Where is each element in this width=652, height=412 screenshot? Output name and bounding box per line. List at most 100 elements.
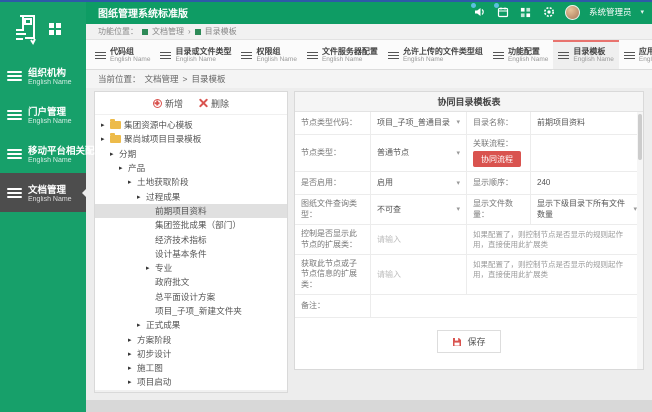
tree-item[interactable]: ▸邮件文件 — [95, 389, 287, 392]
caret-right-icon[interactable]: ▸ — [119, 164, 128, 172]
tree-item-label: 集团签批成果（部门） — [155, 220, 241, 231]
form-row: 是否启用： 启用 ▾ 显示顺序： 240 — [295, 172, 643, 196]
delete-button[interactable]: 删除 — [199, 97, 229, 110]
dir-name-label: 目录名称： — [467, 112, 531, 134]
tree-item[interactable]: ▸ 土地获取阶段 — [95, 175, 287, 189]
tree-item[interactable]: 经济技术指标 — [95, 232, 287, 246]
flow-label: 关联流程： — [473, 139, 513, 148]
tree-item[interactable]: ▸ 过程成果 — [95, 189, 287, 203]
tab-label: 允许上传的文件类型组 — [402, 47, 483, 57]
add-button[interactable]: 新增 — [152, 97, 183, 110]
breadcrumb-item-template[interactable]: 目录模板 — [192, 73, 226, 85]
sidebar-item-org[interactable]: 组织机构 English Name — [0, 56, 86, 95]
sidebar-item-mobile[interactable]: 移动平台相关配置 English Name — [0, 134, 104, 173]
breadcrumb-item-document[interactable]: 文档管理 — [145, 73, 179, 85]
tree-item[interactable]: ▸ 专业 — [95, 261, 287, 275]
tab-allowed-file-types[interactable]: 允许上传的文件类型组 English Name — [383, 40, 488, 69]
query-type-value: 不可查 — [377, 204, 401, 214]
tree-item[interactable]: ▸ 集团资源中心模板 — [95, 118, 287, 132]
user-avatar[interactable] — [564, 4, 580, 20]
tree-item[interactable]: 设计基本条件 — [95, 247, 287, 261]
tree-item[interactable]: 政府批文 — [95, 275, 287, 289]
tree-item-label: 专业 — [155, 263, 173, 274]
apps-grid-icon[interactable] — [49, 23, 61, 35]
tree-item-selected[interactable]: 前期项目资料 — [95, 203, 287, 219]
tab-code-group[interactable]: 代码组 English Name — [90, 40, 155, 69]
form-scrollbar[interactable] — [637, 112, 643, 370]
enabled-select[interactable]: 启用 ▾ — [371, 172, 467, 195]
tab-file-server-config[interactable]: 文件服务器配置 English Name — [302, 40, 383, 69]
tree-item[interactable]: ▸ 方案阶段 — [95, 332, 287, 346]
tab-function-config[interactable]: 功能配置 English Name — [488, 40, 553, 69]
caret-right-icon[interactable]: ▸ — [110, 150, 119, 158]
tree-item[interactable]: 项目_子项_新建文件夹 — [95, 304, 287, 318]
notification-dot — [470, 3, 476, 8]
tree-item[interactable]: ▸ 聚尚城项目目录模板 — [95, 132, 287, 146]
tab-lines-icon — [623, 50, 635, 61]
tree-item[interactable]: ▸ 初步设计 — [95, 347, 287, 361]
scrollbar-thumb[interactable] — [638, 114, 642, 160]
function-crumb-2[interactable]: 目录模板 — [205, 26, 237, 37]
crumb-separator: › — [188, 27, 191, 36]
chevron-down-icon: ▾ — [456, 119, 460, 127]
tree-item[interactable]: 集团签批成果（部门） — [95, 218, 287, 232]
chevron-down-icon: ▾ — [456, 206, 460, 214]
function-crumb-1[interactable]: 文档管理 — [152, 26, 184, 37]
tree-item-label: 设计基本条件 — [155, 248, 207, 259]
tree-item[interactable]: ▸ 产品 — [95, 161, 287, 175]
sidebar-item-portal[interactable]: 门户管理 English Name — [0, 95, 86, 134]
show-ext-input[interactable] — [377, 235, 460, 245]
caret-right-icon[interactable]: ▸ — [101, 121, 110, 129]
settings-gear-icon[interactable] — [542, 5, 556, 19]
caret-right-icon[interactable]: ▸ — [137, 193, 146, 201]
show-ext-cell — [371, 225, 467, 254]
fullscreen-icon[interactable] — [519, 5, 533, 19]
save-button[interactable]: 保存 — [437, 330, 501, 354]
query-type-select[interactable]: 不可查 ▾ — [371, 195, 467, 225]
function-location-label: 功能位置： — [98, 27, 138, 36]
tree-item[interactable]: ▸ 施工图 — [95, 361, 287, 375]
caret-right-icon[interactable]: ▸ — [128, 364, 137, 372]
flow-select-button[interactable]: 协同流程 — [473, 151, 521, 168]
caret-right-icon[interactable]: ▸ — [101, 135, 110, 143]
calendar-icon[interactable] — [493, 3, 510, 19]
module-icon — [194, 28, 201, 35]
node-code-select[interactable]: 项目_子项_普通目录 ▾ — [371, 112, 467, 134]
caret-right-icon[interactable]: ▸ — [128, 178, 137, 186]
tree-item[interactable]: ▸ 项目启动 — [95, 375, 287, 389]
chevron-down-icon: ▾ — [456, 149, 460, 157]
user-menu-caret-icon[interactable]: ▾ — [640, 8, 644, 16]
sound-icon[interactable] — [470, 3, 487, 19]
add-button-label: 新增 — [164, 98, 183, 109]
sidebar-item-label: 门户管理 — [28, 107, 67, 118]
tree-item-label: 项目启动 — [137, 377, 172, 388]
tab-dir-file-type[interactable]: 目录或文件类型 English Name — [155, 40, 236, 69]
caret-right-icon[interactable]: ▸ — [137, 321, 146, 329]
tree-item-label: 初步设计 — [137, 348, 172, 359]
template-form-panel: 协同目录模板表 节点类型代码： 项目_子项_普通目录 ▾ 目录名称： 前期项目资料… — [294, 91, 644, 371]
tab-permission-group[interactable]: 权限组 English Name — [236, 40, 301, 69]
node-type-select[interactable]: 普通节点 ▾ — [371, 135, 467, 172]
fetch-ext-help: 如果配置了，则控制节点是否显示的规则起作用，直接使用此扩展类 — [473, 259, 623, 279]
remark-input[interactable] — [377, 301, 637, 311]
delete-button-label: 删除 — [211, 98, 230, 109]
caret-right-icon[interactable]: ▸ — [128, 378, 137, 386]
caret-right-icon[interactable]: ▸ — [128, 350, 137, 358]
user-name[interactable]: 系统管理员 — [589, 6, 632, 18]
form-row: 控制是否显示此节点的扩展类： 如果配置了，则控制节点是否显示的规则起作用，直接使… — [295, 225, 643, 255]
tab-application-scene[interactable]: 应用场English N — [619, 40, 652, 69]
tree-item[interactable]: ▸ 分期 — [95, 147, 287, 161]
file-count-select[interactable]: 显示下级目录下所有文件数量 ▾ — [531, 195, 643, 224]
fetch-ext-input[interactable] — [377, 270, 460, 280]
sidebar-item-document[interactable]: 文档管理 English Name — [0, 173, 87, 212]
tab-directory-template[interactable]: 目录模板 English Name — [553, 40, 619, 69]
tree-item[interactable]: ▸ 正式成果 — [95, 318, 287, 332]
show-ext-label: 控制是否显示此节点的扩展类： — [295, 225, 371, 254]
caret-right-icon[interactable]: ▸ — [128, 336, 137, 344]
directory-tree: ▸ 集团资源中心模板 ▸ 聚尚城项目目录模板 ▸ 分期 ▸ 产品 ▸ 土地获取阶段 ▸ 过程… — [95, 115, 287, 392]
folder-icon — [110, 133, 121, 144]
caret-right-icon[interactable]: ▸ — [146, 264, 155, 272]
function-location-bar: 功能位置： 文档管理 › 目录模板 — [86, 24, 652, 40]
tab-lines-icon — [492, 50, 504, 61]
tree-item[interactable]: 总平面设计方案 — [95, 290, 287, 304]
